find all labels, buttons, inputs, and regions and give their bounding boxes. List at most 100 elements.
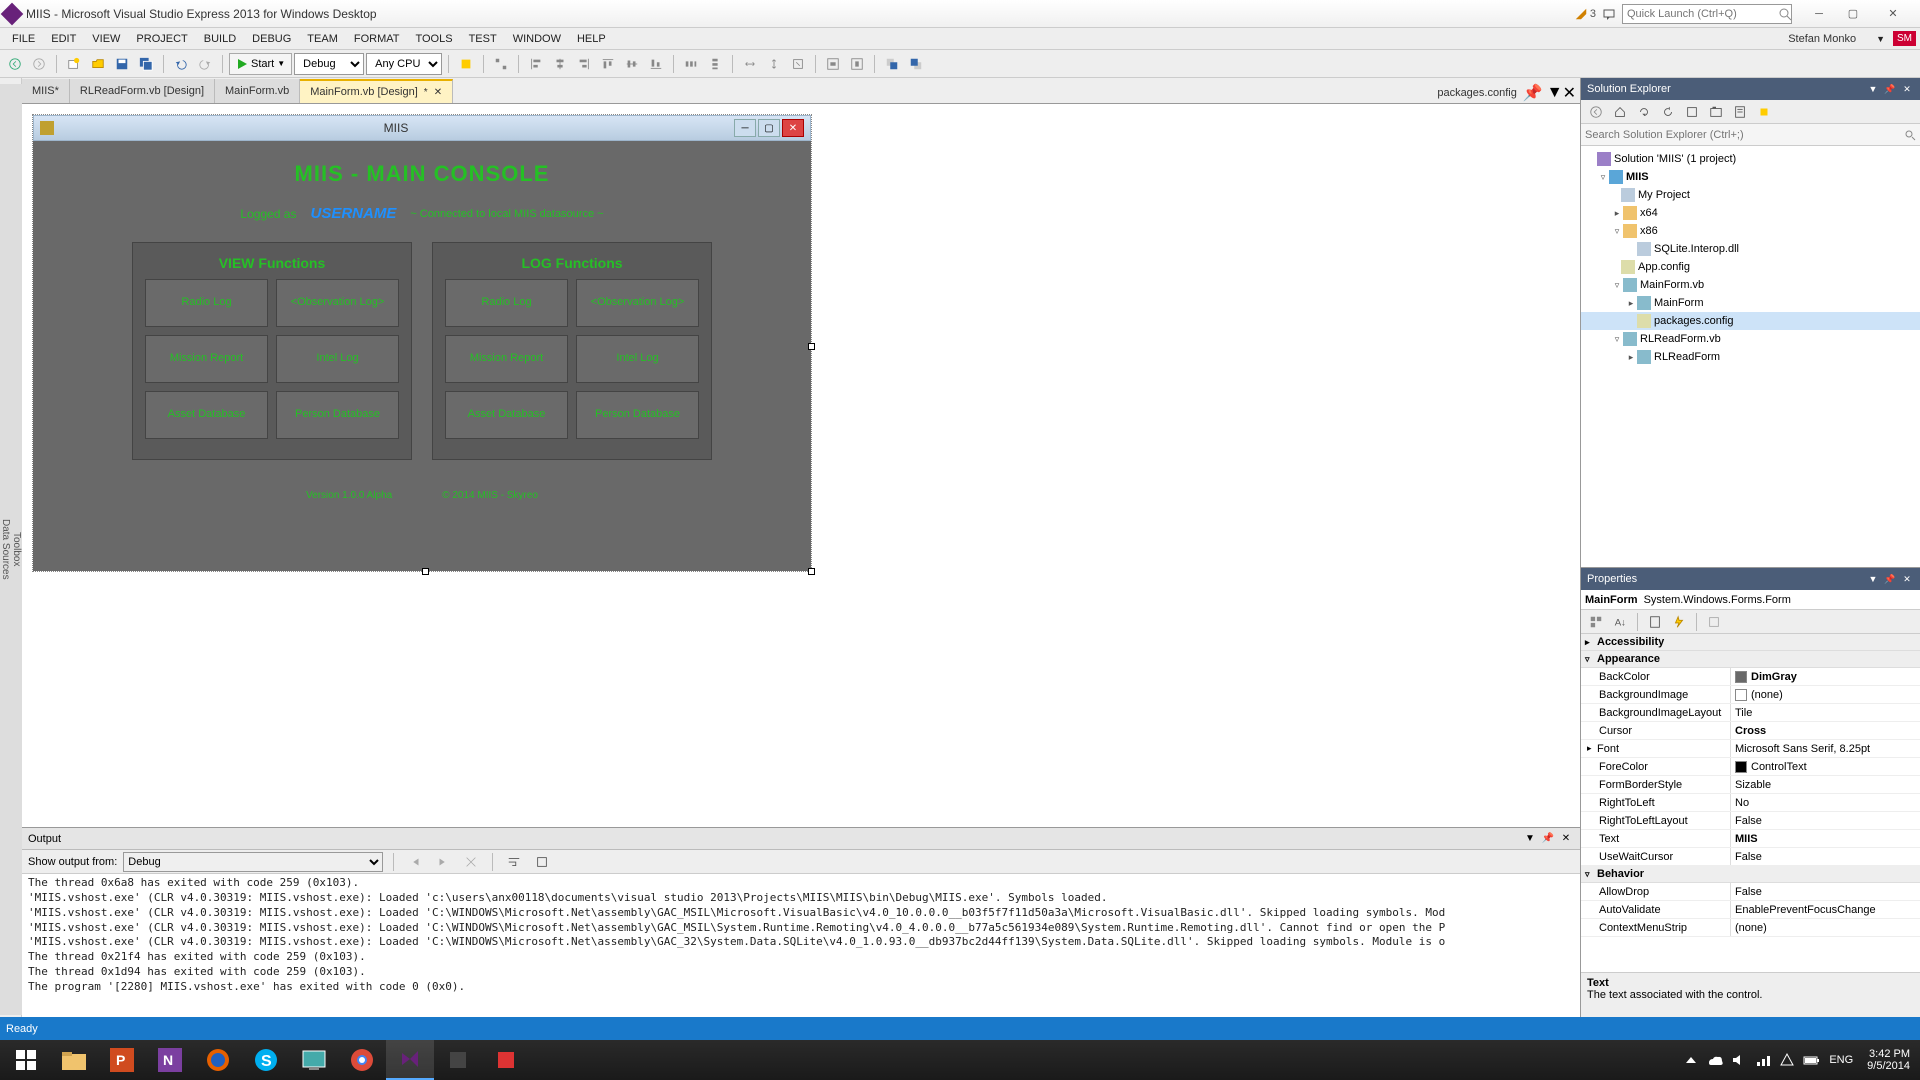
prop-row[interactable]: FormBorderStyleSizable (1581, 776, 1920, 794)
notifications-indicator[interactable]: 3 (1574, 7, 1596, 21)
new-project-button[interactable] (63, 53, 85, 75)
hspace-equal-icon[interactable] (680, 53, 702, 75)
solexp-sync-icon[interactable] (1633, 101, 1655, 123)
prop-row[interactable]: ▸FontMicrosoft Sans Serif, 8.25pt (1581, 740, 1920, 758)
powerpoint-taskbar-icon[interactable]: P (98, 1040, 146, 1080)
tray-clock[interactable]: 3:42 PM 9/5/2014 (1867, 1048, 1910, 1072)
skype-taskbar-icon[interactable]: S (242, 1040, 290, 1080)
output-text[interactable]: The thread 0x6a8 has exited with code 25… (22, 874, 1580, 1017)
designed-form[interactable]: MIIS ─ ▢ ✕ MIIS - MAIN CONSOLE Logged as… (32, 114, 812, 572)
menu-view[interactable]: VIEW (84, 30, 128, 48)
menu-window[interactable]: WINDOW (505, 30, 569, 48)
solexp-collapse-icon[interactable] (1681, 101, 1703, 123)
platform-dropdown[interactable]: Any CPU (366, 53, 442, 75)
tray-up-icon[interactable] (1682, 1051, 1700, 1069)
tab-miis[interactable]: MIIS* (22, 79, 70, 103)
tray-actioncenter-icon[interactable] (1778, 1051, 1796, 1069)
solexp-back-icon[interactable] (1585, 101, 1607, 123)
align-left-icon[interactable] (525, 53, 547, 75)
solexp-dropdown-icon[interactable]: ▼ (1866, 82, 1880, 96)
cat-accessibility[interactable]: ▸Accessibility (1581, 634, 1920, 651)
solexp-search[interactable] (1581, 124, 1920, 146)
toolbox-tab[interactable]: Toolbox (11, 84, 22, 1015)
view-asset-database-button[interactable]: Asset Database (145, 391, 268, 439)
prop-row[interactable]: TextMIIS (1581, 830, 1920, 848)
close-all-icon[interactable]: ✕ (1563, 83, 1576, 103)
version-label[interactable]: Version 1.0.0 Alpha (306, 490, 392, 501)
tree-x86[interactable]: ▿x86 (1581, 222, 1920, 240)
show-output-from-dropdown[interactable]: Debug (123, 852, 383, 872)
feedback-icon[interactable] (1602, 7, 1616, 21)
form-designer-surface[interactable]: MIIS ─ ▢ ✕ MIIS - MAIN CONSOLE Logged as… (22, 104, 1580, 827)
tree-sqlite[interactable]: SQLite.Interop.dll (1581, 240, 1920, 258)
menu-debug[interactable]: DEBUG (244, 30, 299, 48)
minimize-button[interactable]: ─ (1802, 4, 1836, 24)
view-radio-log-button[interactable]: Radio Log (145, 279, 268, 327)
prop-row[interactable]: BackgroundImage(none) (1581, 686, 1920, 704)
output-wrap-icon[interactable] (503, 851, 525, 873)
tree-rlreadformvb[interactable]: ▿RLReadForm.vb (1581, 330, 1920, 348)
save-all-button[interactable] (135, 53, 157, 75)
tree-rlreadform[interactable]: ▸RLReadForm (1581, 348, 1920, 366)
datasources-tab[interactable]: Data Sources (0, 84, 11, 1015)
app-taskbar-icon[interactable] (434, 1040, 482, 1080)
props-pages-icon[interactable] (1703, 611, 1725, 633)
props-dropdown-icon[interactable]: ▼ (1866, 572, 1880, 586)
props-props-icon[interactable] (1644, 611, 1666, 633)
tab-mainform-vb[interactable]: MainForm.vb (215, 79, 300, 103)
menu-project[interactable]: PROJECT (128, 30, 195, 48)
tree-mainformvb[interactable]: ▿MainForm.vb (1581, 276, 1920, 294)
output-next-icon[interactable] (432, 851, 454, 873)
tray-battery-icon[interactable] (1802, 1051, 1820, 1069)
menu-team[interactable]: TEAM (299, 30, 346, 48)
resize-grip-e[interactable] (808, 343, 815, 350)
output-toggle-icon[interactable] (531, 851, 553, 873)
process-button[interactable] (455, 53, 477, 75)
output-pin-icon[interactable]: 📌 (1540, 831, 1556, 847)
tab-rlreadform-design[interactable]: RLReadForm.vb [Design] (70, 79, 215, 103)
onenote-taskbar-icon[interactable]: N (146, 1040, 194, 1080)
view-observation-log-button[interactable]: <Observation Log> (276, 279, 399, 327)
form-heading[interactable]: MIIS - MAIN CONSOLE (295, 161, 550, 187)
prop-row[interactable]: RightToLeftLayoutFalse (1581, 812, 1920, 830)
solexp-preview-icon[interactable] (1753, 101, 1775, 123)
copyright-label[interactable]: © 2014 MIIS - Skyreo (442, 490, 538, 501)
undo-button[interactable] (170, 53, 192, 75)
menu-test[interactable]: TEST (461, 30, 505, 48)
start-button[interactable] (2, 1040, 50, 1080)
prop-row[interactable]: ContextMenuStrip(none) (1581, 919, 1920, 937)
logged-as-label[interactable]: Logged as (240, 207, 296, 221)
send-back-icon[interactable] (905, 53, 927, 75)
redo-button[interactable] (194, 53, 216, 75)
prop-row[interactable]: RightToLeftNo (1581, 794, 1920, 812)
view-functions-panel[interactable]: VIEW Functions Radio Log <Observation Lo… (132, 242, 412, 460)
tree-mainform[interactable]: ▸MainForm (1581, 294, 1920, 312)
cat-appearance[interactable]: ▿Appearance (1581, 651, 1920, 668)
menu-tools[interactable]: TOOLS (407, 30, 460, 48)
chrome-taskbar-icon[interactable] (338, 1040, 386, 1080)
size-width-icon[interactable] (739, 53, 761, 75)
solexp-showall-icon[interactable] (1705, 101, 1727, 123)
view-person-database-button[interactable]: Person Database (276, 391, 399, 439)
menu-format[interactable]: FORMAT (346, 30, 408, 48)
resize-grip-s[interactable] (422, 568, 429, 575)
connection-status[interactable]: ~ Connected to local MIIS datasource ~ (410, 208, 603, 220)
view-mission-report-button[interactable]: Mission Report (145, 335, 268, 383)
close-button[interactable]: ✕ (1870, 4, 1916, 24)
align-middle-icon[interactable] (621, 53, 643, 75)
log-mission-report-button[interactable]: Mission Report (445, 335, 568, 383)
prop-row[interactable]: BackgroundImageLayoutTile (1581, 704, 1920, 722)
align-top-icon[interactable] (597, 53, 619, 75)
pin-icon[interactable]: 📌 (1523, 83, 1543, 103)
save-button[interactable] (111, 53, 133, 75)
system-tray[interactable]: ENG 3:42 PM 9/5/2014 (1679, 1048, 1918, 1072)
log-intel-log-button[interactable]: Intel Log (576, 335, 699, 383)
nav-fwd-button[interactable] (28, 53, 50, 75)
nav-back-button[interactable] (4, 53, 26, 75)
log-radio-log-button[interactable]: Radio Log (445, 279, 568, 327)
app2-taskbar-icon[interactable] (482, 1040, 530, 1080)
close-icon[interactable]: ✕ (434, 87, 442, 98)
solexp-properties-icon[interactable] (1729, 101, 1751, 123)
solexp-home-icon[interactable] (1609, 101, 1631, 123)
solexp-close-icon[interactable]: ✕ (1900, 82, 1914, 96)
